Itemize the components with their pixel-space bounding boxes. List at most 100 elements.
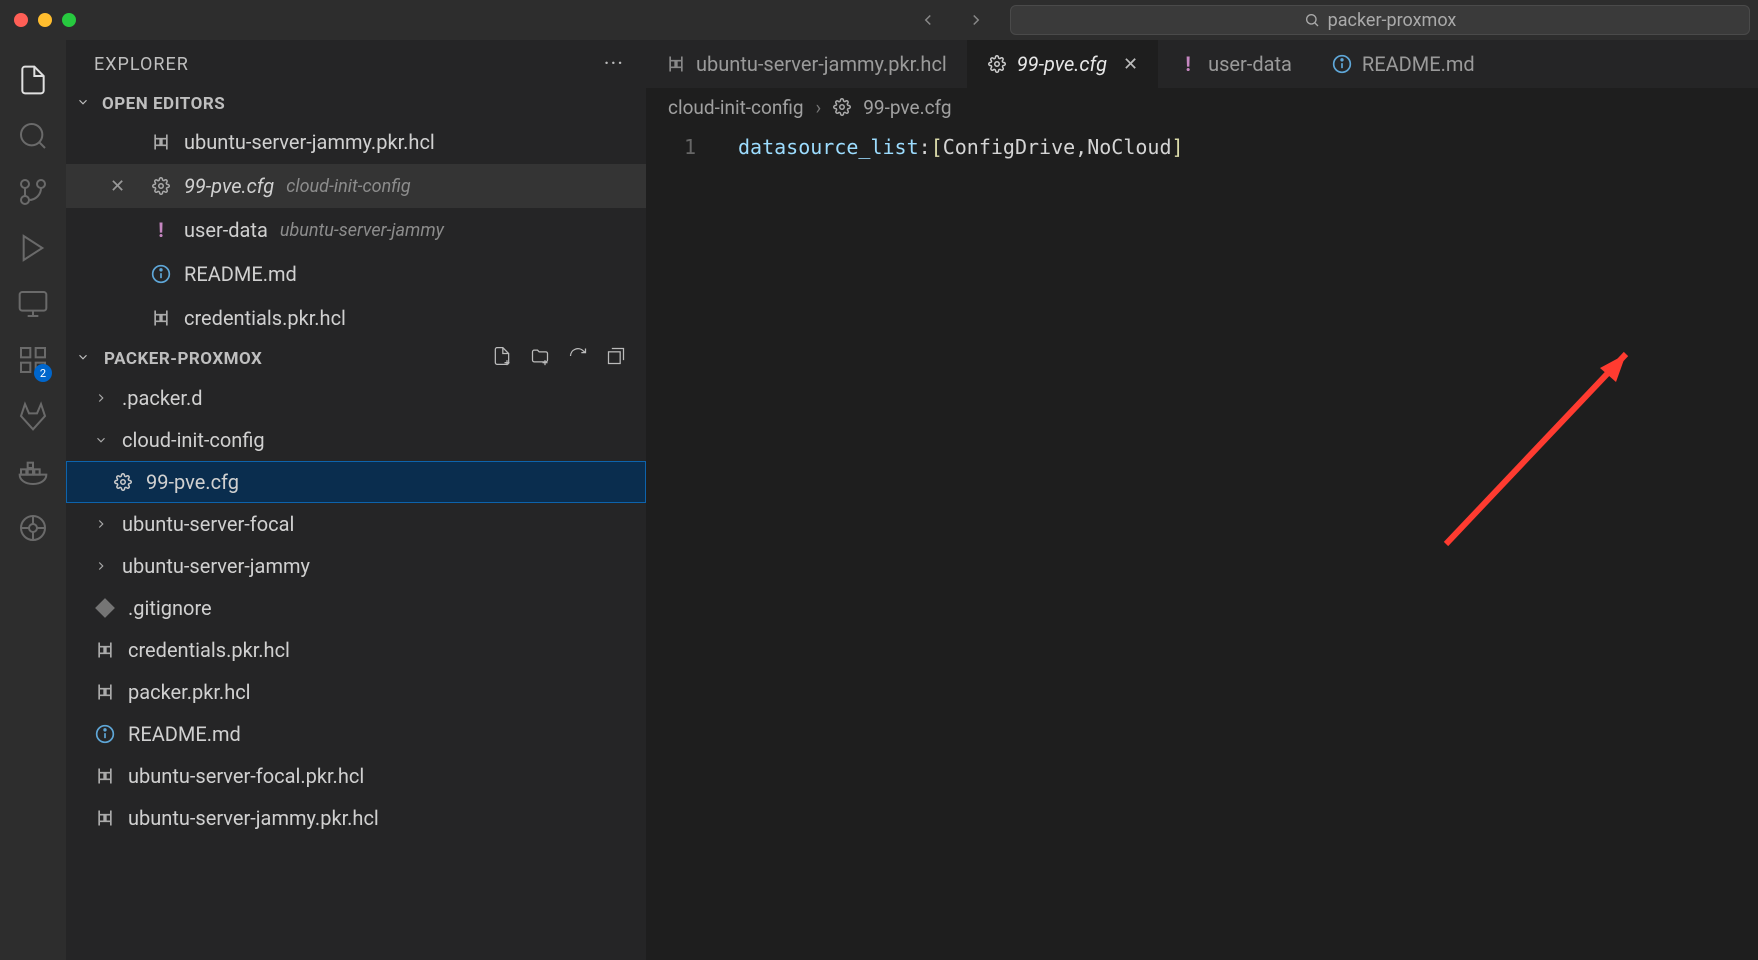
docker-activity[interactable]	[8, 444, 58, 500]
open-editor-item[interactable]: ubuntu-server-jammy.pkr.hcl	[66, 120, 646, 164]
folder-name: .packer.d	[122, 386, 203, 410]
file-name: user-data	[184, 218, 268, 242]
editor-pane[interactable]: 1 datasource_list: [ConfigDrive, NoCloud…	[646, 126, 1758, 960]
folder-name: cloud-init-config	[122, 428, 265, 452]
kubernetes-activity[interactable]	[8, 500, 58, 556]
maximize-window-button[interactable]	[62, 13, 76, 27]
file-path: cloud-init-config	[286, 176, 411, 197]
tab-label: user-data	[1208, 52, 1292, 76]
tab-label: README.md	[1362, 52, 1475, 76]
open-editors-label: OPEN EDITORS	[102, 94, 225, 114]
tab-ubuntu-jammy-hcl[interactable]: ubuntu-server-jammy.pkr.hcl	[646, 40, 967, 88]
explorer-more-button[interactable]: ···	[604, 52, 624, 77]
bang-icon: !	[1178, 54, 1198, 74]
code-key: datasource_list	[738, 132, 919, 162]
project-header[interactable]: PACKER-PROXMOX	[66, 340, 646, 377]
code-line: datasource_list: [ConfigDrive, NoCloud]	[738, 132, 1184, 162]
hcl-file-icon	[94, 765, 116, 787]
gear-icon	[987, 54, 1007, 74]
remote-activity[interactable]	[8, 276, 58, 332]
hcl-file-icon	[94, 807, 116, 829]
open-editor-item[interactable]: credentials.pkr.hcl	[66, 296, 646, 340]
file-item[interactable]: README.md	[66, 713, 646, 755]
run-debug-activity[interactable]	[8, 220, 58, 276]
gear-icon	[150, 175, 172, 197]
file-name: packer.pkr.hcl	[128, 680, 251, 704]
file-item[interactable]: ubuntu-server-focal.pkr.hcl	[66, 755, 646, 797]
open-editor-item[interactable]: README.md	[66, 252, 646, 296]
title-bar: packer-proxmox	[0, 0, 1758, 40]
extensions-activity[interactable]: 2	[8, 332, 58, 388]
close-window-button[interactable]	[14, 13, 28, 27]
gitlab-icon	[17, 400, 49, 432]
file-name: 99-pve.cfg	[146, 470, 239, 494]
hcl-file-icon	[94, 639, 116, 661]
sidebar-explorer: EXPLORER ··· OPEN EDITORS ubuntu-server-…	[66, 40, 646, 960]
tab-user-data[interactable]: ! user-data	[1158, 40, 1312, 88]
gitlab-activity[interactable]	[8, 388, 58, 444]
file-item[interactable]: 99-pve.cfg	[66, 461, 646, 503]
file-name: README.md	[128, 722, 241, 746]
line-number: 1	[646, 126, 710, 162]
chevron-right-icon: ›	[816, 96, 822, 119]
breadcrumb[interactable]: cloud-init-config › 99-pve.cfg	[646, 88, 1758, 126]
command-search-input[interactable]: packer-proxmox	[1010, 5, 1750, 35]
file-name: .gitignore	[128, 596, 212, 620]
folder-item[interactable]: ubuntu-server-jammy	[66, 545, 646, 587]
tab-readme[interactable]: README.md	[1312, 40, 1495, 88]
breadcrumb-segment[interactable]: 99-pve.cfg	[863, 96, 951, 119]
file-name: 99-pve.cfg	[184, 174, 274, 198]
kubernetes-icon	[17, 512, 49, 544]
folder-item[interactable]: cloud-init-config	[66, 419, 646, 461]
explorer-title: EXPLORER	[94, 54, 189, 75]
hcl-file-icon	[94, 681, 116, 703]
refresh-button[interactable]	[568, 346, 588, 371]
close-icon[interactable]: ✕	[1123, 54, 1138, 75]
search-activity[interactable]	[8, 108, 58, 164]
new-folder-button[interactable]	[530, 346, 550, 371]
folder-name: ubuntu-server-focal	[122, 512, 294, 536]
close-icon[interactable]: ✕	[110, 176, 130, 197]
collapse-all-button[interactable]	[606, 346, 626, 371]
file-item[interactable]: ubuntu-server-jammy.pkr.hcl	[66, 797, 646, 839]
folder-item[interactable]: .packer.d	[66, 377, 646, 419]
editor-area: ubuntu-server-jammy.pkr.hcl 99-pve.cfg ✕…	[646, 40, 1758, 960]
file-item[interactable]: .gitignore	[66, 587, 646, 629]
file-name: credentials.pkr.hcl	[184, 306, 346, 330]
play-bug-icon	[17, 232, 49, 264]
docker-icon	[17, 456, 49, 488]
file-name: ubuntu-server-jammy.pkr.hcl	[184, 130, 435, 154]
tab-label: ubuntu-server-jammy.pkr.hcl	[696, 52, 947, 76]
monitor-icon	[17, 288, 49, 320]
info-icon	[150, 263, 172, 285]
open-editor-item[interactable]: ! user-data ubuntu-server-jammy	[66, 208, 646, 252]
file-item[interactable]: packer.pkr.hcl	[66, 671, 646, 713]
traffic-lights	[0, 13, 96, 27]
diamond-icon	[94, 597, 116, 619]
minimize-window-button[interactable]	[38, 13, 52, 27]
open-editors-header[interactable]: OPEN EDITORS	[66, 88, 646, 120]
breadcrumb-segment[interactable]: cloud-init-config	[668, 96, 804, 119]
file-name: ubuntu-server-focal.pkr.hcl	[128, 764, 364, 788]
nav-back-button[interactable]	[916, 8, 940, 32]
chevron-down-icon	[94, 428, 110, 452]
folder-item[interactable]: ubuntu-server-focal	[66, 503, 646, 545]
file-name: README.md	[184, 262, 297, 286]
file-item[interactable]: credentials.pkr.hcl	[66, 629, 646, 671]
files-icon	[17, 64, 49, 96]
chevron-down-icon	[76, 94, 94, 114]
explorer-activity[interactable]	[8, 52, 58, 108]
chevron-right-icon	[94, 386, 110, 410]
annotation-arrow	[1426, 324, 1686, 564]
gear-icon	[833, 98, 851, 116]
search-icon	[1304, 12, 1320, 28]
search-icon	[17, 120, 49, 152]
source-control-activity[interactable]	[8, 164, 58, 220]
new-file-button[interactable]	[492, 346, 512, 371]
tab-99-pve-cfg[interactable]: 99-pve.cfg ✕	[967, 40, 1158, 88]
search-placeholder: packer-proxmox	[1328, 10, 1457, 31]
open-editor-item[interactable]: ✕ 99-pve.cfg cloud-init-config	[66, 164, 646, 208]
extensions-badge: 2	[34, 364, 52, 382]
nav-forward-button[interactable]	[964, 8, 988, 32]
chevron-right-icon	[94, 554, 110, 578]
